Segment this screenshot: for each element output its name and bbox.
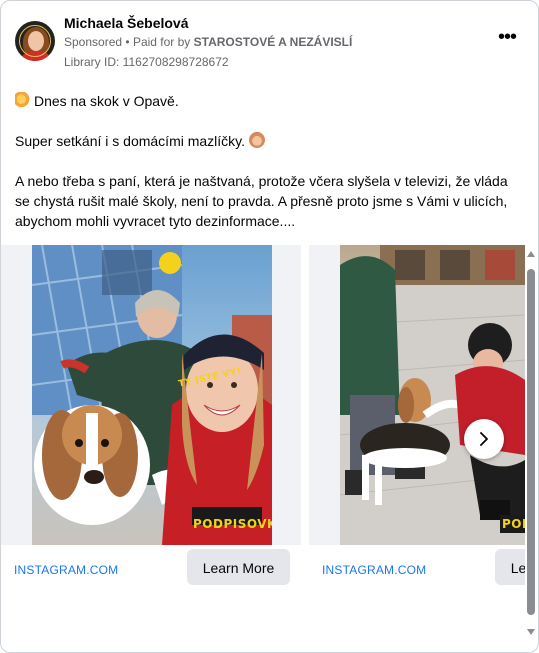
carousel-next-button[interactable] [464, 419, 504, 459]
carousel-card-1[interactable]: PODPISOVKA TY JSTE VY! INSTAGRAM.COM Lea… [1, 245, 301, 590]
sparkle-emoji-icon [15, 92, 31, 108]
paid-for-label: Paid for by [132, 35, 191, 49]
ad-card: Michaela Šebelová Sponsored • Paid for b… [0, 0, 539, 653]
advertiser-name[interactable]: Michaela Šebelová [64, 15, 189, 31]
scroll-down-arrow-icon[interactable] [527, 629, 535, 635]
podpisovka-overlay: PODPISOVKA [193, 517, 272, 531]
post-line-1: Dnes na skok v Opavě. [34, 93, 179, 109]
scroll-thumb[interactable] [527, 269, 535, 615]
podpisovka-overlay-2: PODPISOVKA [502, 517, 525, 531]
chevron-right-icon [480, 432, 488, 446]
sponsored-line: Sponsored • Paid for by STAROSTOVÉ A NEZ… [64, 35, 353, 49]
vertical-scrollbar[interactable] [526, 241, 536, 641]
carousel-card-2[interactable]: PODPISOVKA INSTAGRAM.COM Learn More [309, 245, 525, 590]
post-text: Dnes na skok v Opavě. Super setkání i s … [15, 91, 523, 251]
dog-emoji-icon [248, 132, 265, 148]
learn-more-button-2[interactable]: Learn More [495, 549, 525, 585]
post-paragraph-3: A nebo třeba s paní, která je naštvaná, … [15, 173, 508, 229]
more-options-icon[interactable]: ••• [496, 27, 518, 51]
funder-name[interactable]: STAROSTOVÉ A NEZÁVISLÍ [194, 35, 353, 49]
post-line-2: Super setkání i s domácími mazlíčky. [15, 133, 246, 149]
sponsored-label: Sponsored [64, 35, 123, 49]
learn-more-button-1[interactable]: Learn More [187, 549, 290, 585]
carousel-card-2-link[interactable]: INSTAGRAM.COM [322, 563, 426, 577]
library-id: Library ID: 1162708298728672 [64, 55, 229, 69]
carousel-card-1-image[interactable]: PODPISOVKA TY JSTE VY! [32, 245, 272, 545]
carousel-card-2-image[interactable]: PODPISOVKA [340, 245, 525, 545]
ad-carousel: PODPISOVKA TY JSTE VY! INSTAGRAM.COM Lea… [1, 245, 525, 590]
scroll-up-arrow-icon[interactable] [527, 251, 535, 257]
carousel-card-1-link[interactable]: INSTAGRAM.COM [14, 563, 118, 577]
advertiser-avatar[interactable] [15, 21, 55, 61]
